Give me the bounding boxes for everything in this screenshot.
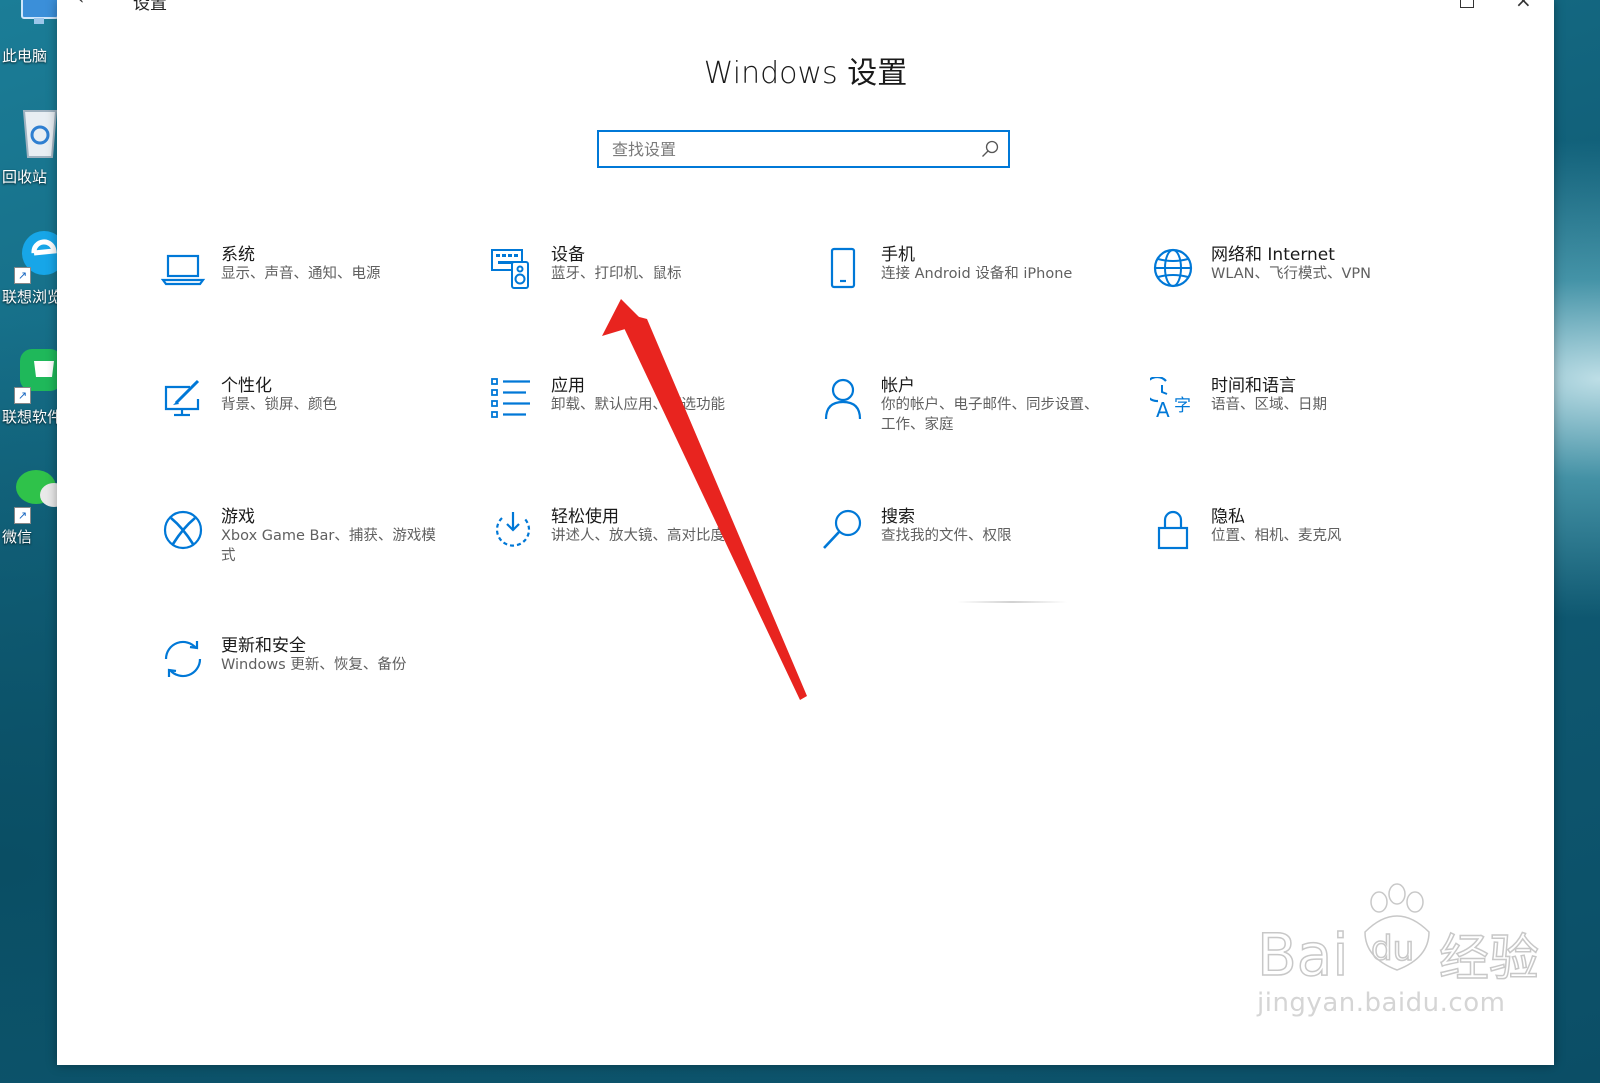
tile-description: 你的帐户、电子邮件、同步设置、工作、家庭: [881, 397, 1099, 433]
tile-update-security[interactable]: 更新和安全 Windows 更新、恢复、备份: [160, 636, 470, 747]
tile-phone[interactable]: 手机 连接 Android 设备和 iPhone: [820, 245, 1130, 356]
title-bar: ‹ 设置 ×: [57, 0, 1554, 14]
recycle-bin-icon: [22, 110, 58, 158]
tile-description: Windows 更新、恢复、备份: [221, 657, 407, 673]
keyboard-speaker-icon: [491, 249, 529, 289]
tile-ease-of-access[interactable]: 轻松使用 讲述人、放大镜、高对比度: [490, 507, 800, 618]
time-language-icon: A 字: [1150, 377, 1191, 422]
tile-description: 连接 Android 设备和 iPhone: [881, 266, 1073, 282]
tile-system[interactable]: 系统 显示、声音、通知、电源: [160, 245, 470, 356]
tile-network[interactable]: 网络和 Internet WLAN、飞行模式、VPN: [1150, 245, 1460, 356]
search-icon[interactable]: [980, 139, 1000, 159]
tile-description: 蓝牙、打印机、鼠标: [551, 266, 682, 282]
tile-title: 隐私: [1211, 507, 1245, 527]
tile-description: WLAN、飞行模式、VPN: [1211, 266, 1372, 282]
tile-title: 个性化: [221, 376, 272, 396]
laptop-icon: [160, 254, 206, 286]
phone-icon: [830, 247, 856, 289]
paint-monitor-icon: [164, 379, 200, 417]
search-input[interactable]: [599, 132, 982, 166]
tile-privacy[interactable]: 隐私 位置、相机、麦克风: [1150, 507, 1460, 618]
tile-title: 设备: [551, 245, 585, 265]
tile-personalization[interactable]: 个性化 背景、锁屏、颜色: [160, 376, 470, 487]
tile-title: 更新和安全: [221, 636, 306, 656]
divider: [957, 601, 1067, 603]
maximize-icon[interactable]: [1460, 0, 1474, 8]
shortcut-arrow-icon: ↗: [14, 387, 31, 404]
tile-title: 网络和 Internet: [1211, 245, 1335, 265]
settings-window: ‹ 设置 × Windows 设置 系统 显示、声音、通知、电源 设备: [57, 0, 1554, 1065]
tile-accounts[interactable]: 帐户 你的帐户、电子邮件、同步设置、工作、家庭: [820, 376, 1130, 487]
apps-list-icon: [491, 378, 530, 418]
search-box[interactable]: [597, 130, 1010, 168]
tile-title: 帐户: [881, 376, 915, 396]
window-title: 设置: [133, 0, 167, 14]
tile-gaming[interactable]: 游戏 Xbox Game Bar、捕获、游戏模式: [160, 507, 470, 618]
svg-text:经验: 经验: [1439, 929, 1539, 987]
tile-title: 应用: [551, 376, 585, 396]
page-title: Windows 设置: [703, 56, 908, 91]
svg-text:A: A: [1156, 398, 1170, 422]
person-icon: [824, 378, 862, 420]
svg-text:字: 字: [1174, 396, 1191, 416]
xbox-icon: [163, 510, 203, 550]
magnifier-icon: [823, 509, 862, 549]
tile-description: 位置、相机、麦克风: [1211, 528, 1342, 544]
tile-title: 游戏: [221, 507, 255, 527]
shortcut-arrow-icon: ↗: [14, 507, 31, 524]
refresh-sync-icon: [164, 640, 202, 678]
watermark-url: jingyan.baidu.com: [1257, 988, 1506, 1018]
tile-title: 手机: [881, 245, 915, 265]
tile-description: 背景、锁屏、颜色: [221, 397, 337, 413]
tile-description: Xbox Game Bar、捕获、游戏模式: [221, 528, 436, 564]
tile-description: 讲述人、放大镜、高对比度: [551, 528, 725, 544]
svg-text:Bai: Bai: [1257, 921, 1348, 989]
tile-description: 查找我的文件、权限: [881, 528, 1012, 544]
tile-apps[interactable]: 应用 卸载、默认应用、可选功能: [490, 376, 800, 487]
tile-description: 语音、区域、日期: [1211, 397, 1327, 413]
tile-title: 搜索: [881, 507, 915, 527]
tile-title: 系统: [221, 245, 255, 265]
tile-description: 显示、声音、通知、电源: [221, 266, 381, 282]
svg-text:du: du: [1371, 929, 1414, 969]
back-arrow-icon[interactable]: ‹: [77, 0, 84, 9]
ease-of-access-icon: [495, 512, 531, 547]
baidu-jingyan-watermark: Bai du 经验 jingyan.baidu.com: [1247, 880, 1567, 1040]
globe-icon: [1153, 248, 1193, 288]
close-icon[interactable]: ×: [1515, 0, 1532, 12]
tile-title: 轻松使用: [551, 507, 619, 527]
tile-description: 卸载、默认应用、可选功能: [551, 397, 725, 413]
lock-icon: [1157, 510, 1189, 550]
tile-devices[interactable]: 设备 蓝牙、打印机、鼠标: [490, 245, 800, 356]
tile-title: 时间和语言: [1211, 376, 1296, 396]
shortcut-arrow-icon: ↗: [14, 267, 31, 284]
baidu-paw-logo-icon: Bai du 经验: [1256, 883, 1540, 990]
tile-time-language[interactable]: A 字 时间和语言 语音、区域、日期: [1150, 376, 1460, 487]
